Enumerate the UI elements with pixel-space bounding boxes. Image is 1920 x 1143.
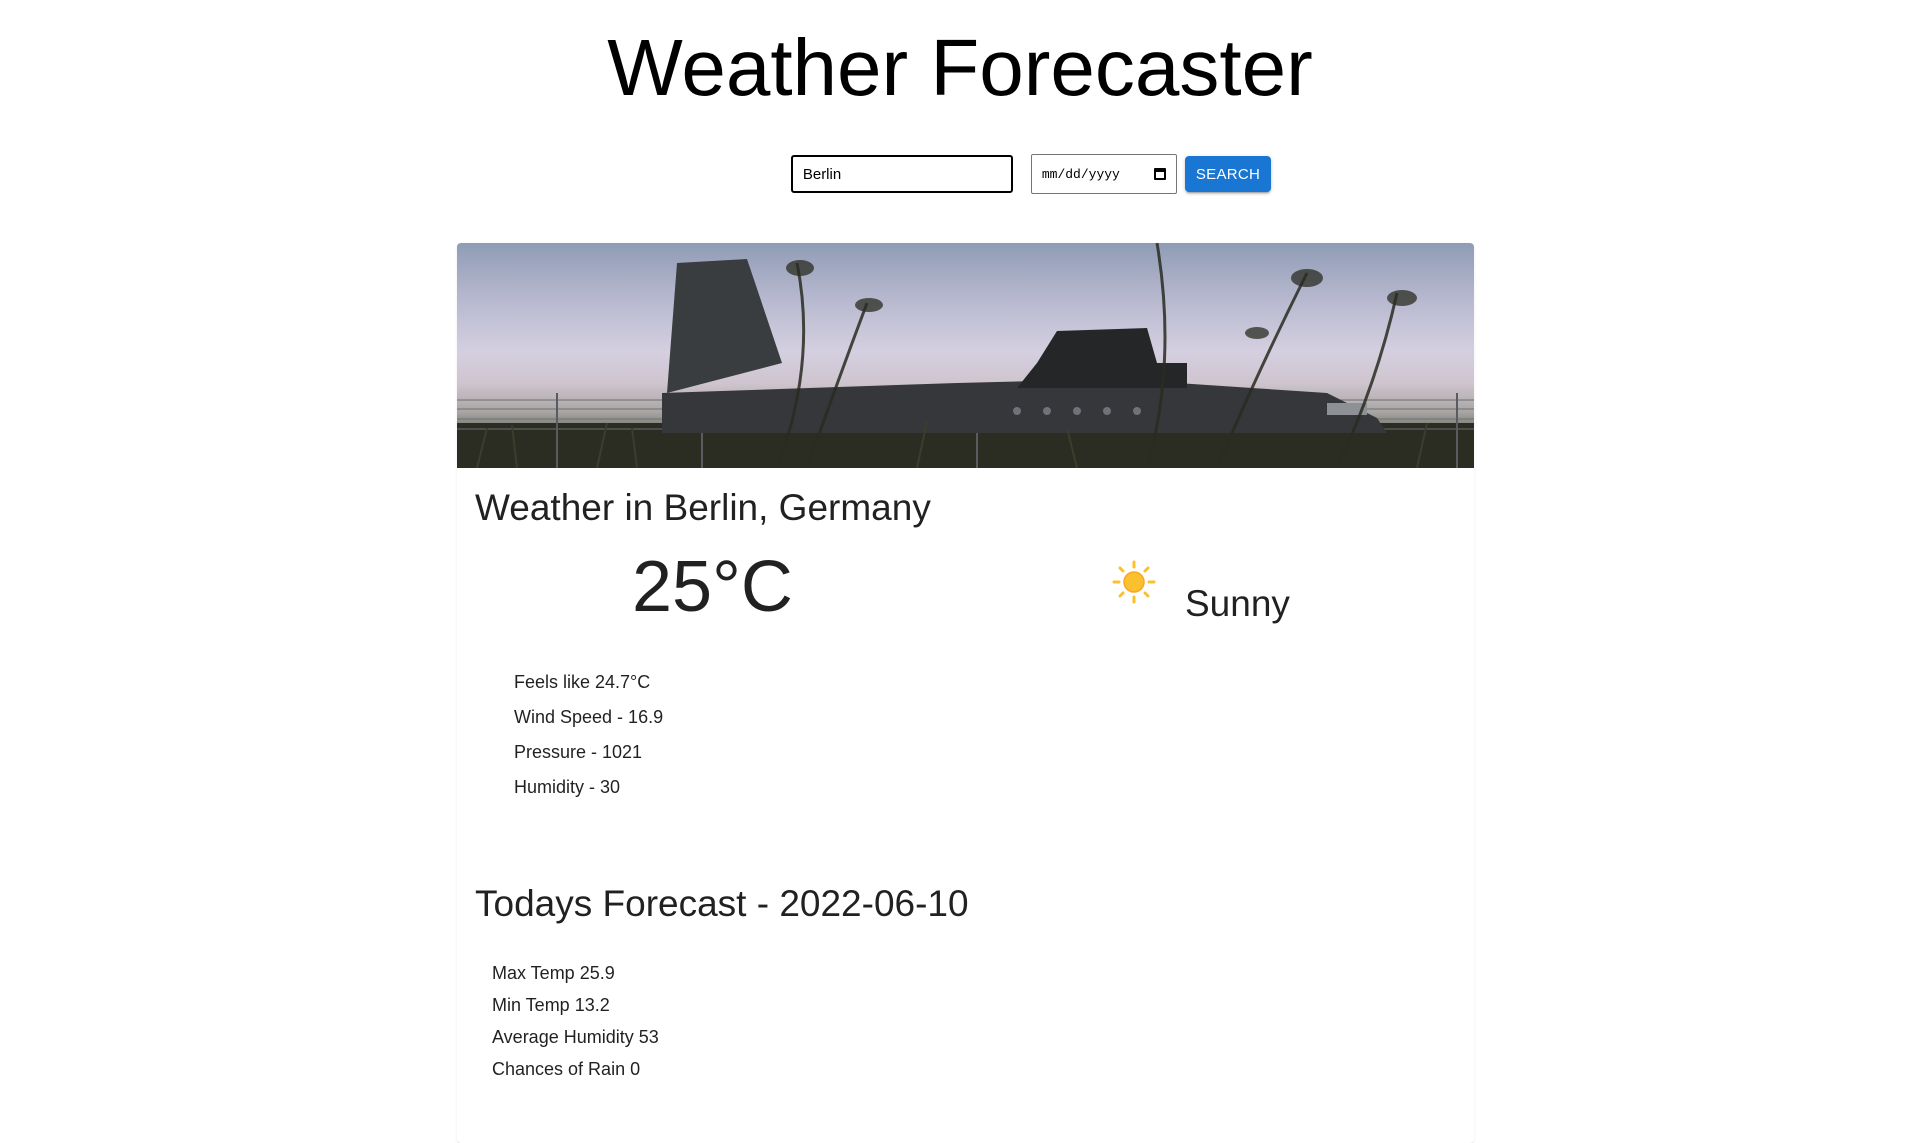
feels-like-item: Feels like 24.7°C — [514, 672, 651, 692]
search-button[interactable]: SEARCH — [1184, 156, 1272, 192]
weather-condition: Sunny — [1185, 583, 1290, 624]
weather-details-list: Feels like 24.7°C Wind Speed - 16.9 Pres… — [514, 671, 663, 811]
city-search-input[interactable] — [790, 155, 1013, 193]
calendar-icon[interactable] — [1153, 168, 1166, 180]
banner-image — [457, 243, 1474, 468]
humidity-item: Humidity - 30 — [514, 777, 621, 797]
search-bar: mm/dd/yyyy SEARCH — [0, 154, 1920, 194]
avg-humidity-item: Average Humidity 53 — [492, 1027, 659, 1047]
banner-illustration — [457, 243, 1474, 468]
temperature-value: 25°C — [632, 547, 793, 627]
forecast-heading: Todays Forecast - 2022-06-10 — [475, 883, 969, 924]
wind-speed-item: Wind Speed - 16.9 — [514, 707, 664, 727]
date-input[interactable]: mm/dd/yyyy — [1030, 154, 1177, 194]
rain-chance-item: Chances of Rain 0 — [492, 1059, 641, 1079]
forecast-list: Max Temp 25.9 Min Temp 13.2 Average Humi… — [492, 962, 659, 1090]
page-title: Weather Forecaster — [607, 23, 1313, 112]
pressure-item: Pressure - 1021 — [514, 742, 643, 762]
weather-card: Weather in Berlin, Germany 25°C Sunny Fe… — [457, 243, 1474, 1143]
sun-icon — [1112, 560, 1156, 604]
max-temp-item: Max Temp 25.9 — [492, 963, 615, 983]
date-placeholder: mm/dd/yyyy — [1041, 166, 1120, 182]
current-weather-heading: Weather in Berlin, Germany — [475, 487, 931, 528]
min-temp-item: Min Temp 13.2 — [492, 995, 610, 1015]
